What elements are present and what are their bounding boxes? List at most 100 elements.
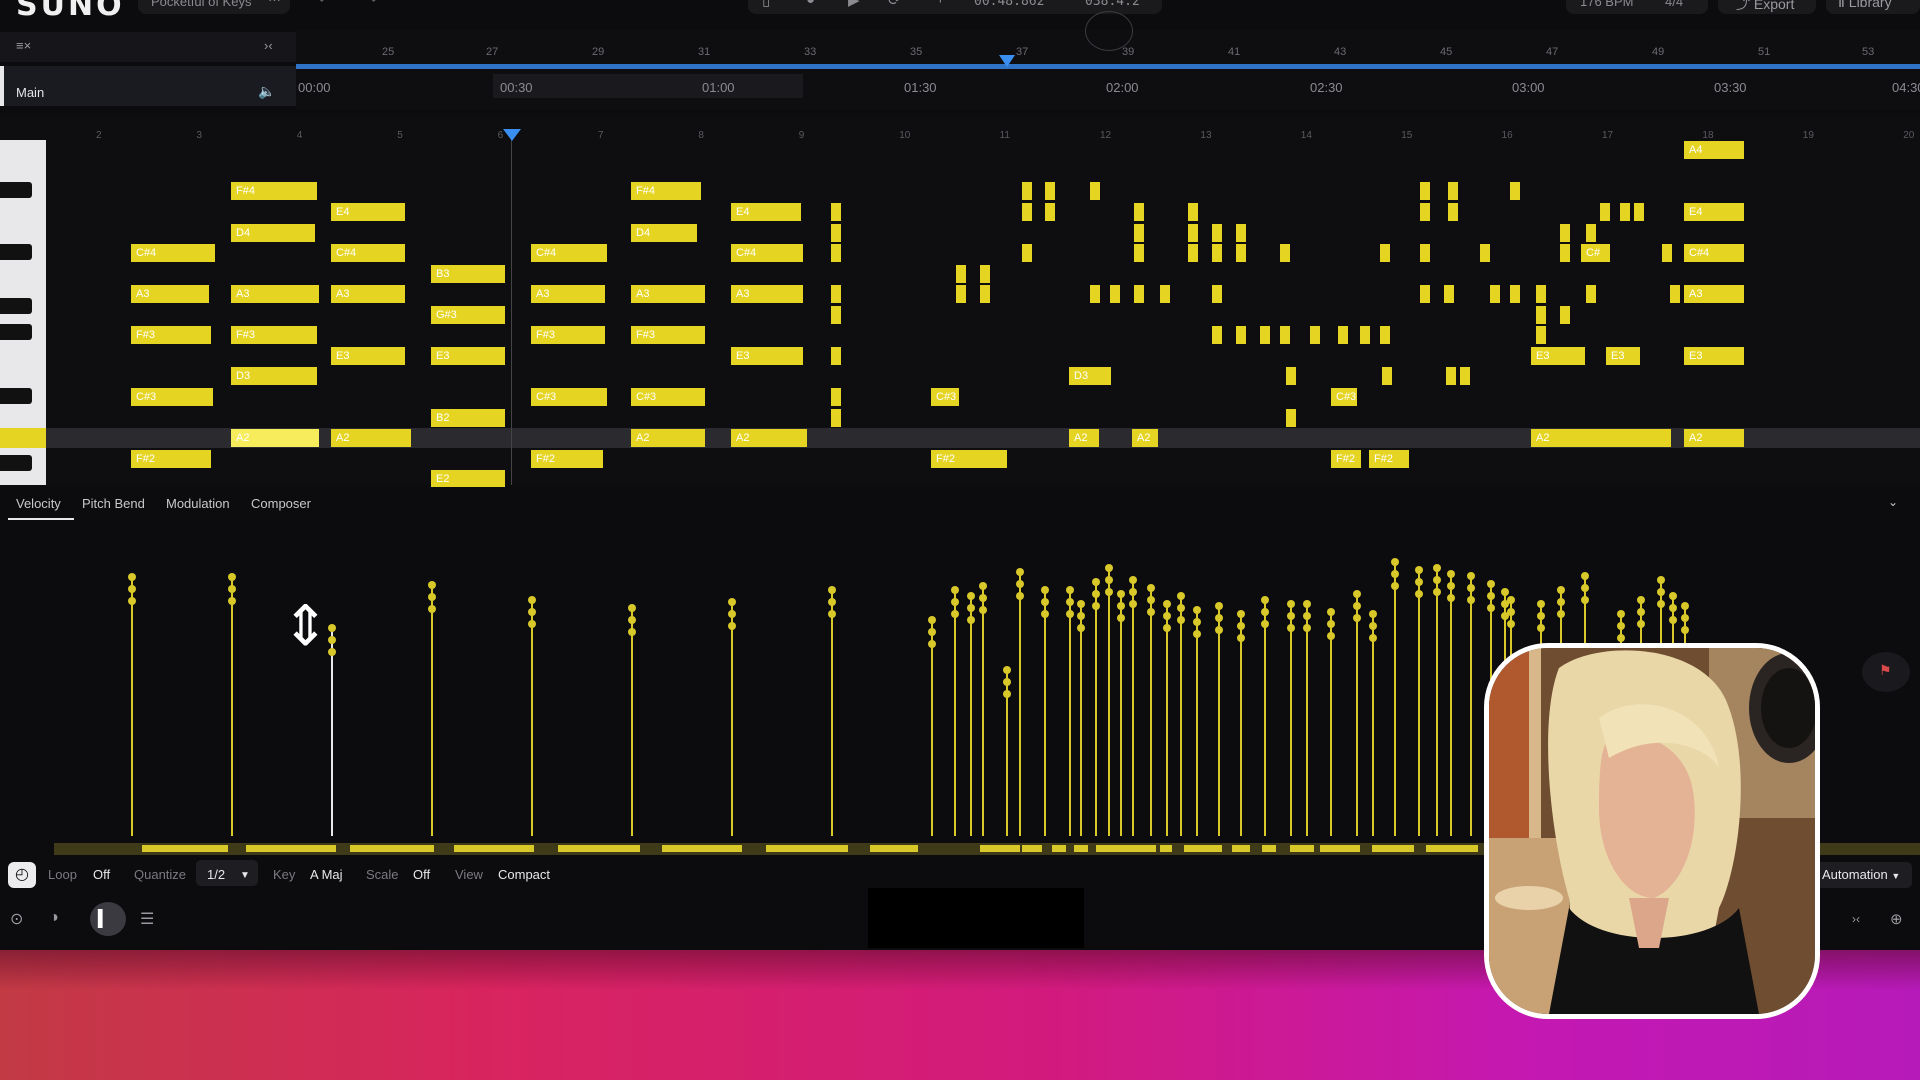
midi-note[interactable]: E2 <box>431 470 505 488</box>
velocity-handle[interactable] <box>1287 600 1295 608</box>
midi-note[interactable]: F#2 <box>131 450 211 468</box>
velocity-handle[interactable] <box>1237 634 1245 642</box>
midi-note[interactable] <box>1510 285 1520 303</box>
velocity-handle[interactable] <box>1066 586 1074 594</box>
velocity-stem[interactable] <box>1132 580 1134 836</box>
velocity-handle[interactable] <box>1557 610 1565 618</box>
velocity-stem[interactable] <box>631 608 633 836</box>
velocity-stem[interactable] <box>970 596 972 836</box>
velocity-stem[interactable] <box>1069 590 1071 836</box>
velocity-handle[interactable] <box>1447 582 1455 590</box>
midi-note[interactable]: B2 <box>431 409 505 427</box>
play-icon[interactable]: ▶ <box>848 0 860 9</box>
midi-note[interactable] <box>1360 326 1370 344</box>
midi-note[interactable] <box>1420 203 1430 221</box>
velocity-stem[interactable] <box>1108 568 1110 836</box>
velocity-handle[interactable] <box>967 604 975 612</box>
loop-region[interactable] <box>493 74 803 98</box>
midi-note[interactable] <box>1090 182 1100 200</box>
midi-note[interactable] <box>1510 182 1520 200</box>
chevron-down-icon[interactable]: ⌄ <box>1888 495 1898 509</box>
midi-note[interactable] <box>1134 203 1144 221</box>
velocity-handle[interactable] <box>128 585 136 593</box>
velocity-handle[interactable] <box>1637 608 1645 616</box>
velocity-handle[interactable] <box>1657 600 1665 608</box>
key-select[interactable]: A Maj <box>310 867 343 882</box>
velocity-handle[interactable] <box>1537 600 1545 608</box>
velocity-handle[interactable] <box>1016 592 1024 600</box>
velocity-handle[interactable] <box>1003 666 1011 674</box>
velocity-handle[interactable] <box>1487 604 1495 612</box>
midi-note[interactable] <box>1286 409 1296 427</box>
collapse-panel-icon[interactable]: ›‹ <box>264 38 273 53</box>
velocity-handle[interactable] <box>1177 592 1185 600</box>
velocity-handle[interactable] <box>1617 634 1625 642</box>
midi-note[interactable]: E4 <box>331 203 405 221</box>
velocity-handle[interactable] <box>1327 608 1335 616</box>
velocity-stem[interactable] <box>982 586 984 836</box>
midi-note[interactable] <box>1280 244 1290 262</box>
velocity-handle[interactable] <box>1557 598 1565 606</box>
add-icon[interactable]: + <box>936 0 945 8</box>
midi-note[interactable]: C#4 <box>131 244 215 262</box>
velocity-handle[interactable] <box>1537 612 1545 620</box>
velocity-handle[interactable] <box>1433 564 1441 572</box>
midi-note[interactable] <box>1600 203 1610 221</box>
midi-note[interactable] <box>1560 224 1570 242</box>
velocity-handle[interactable] <box>228 585 236 593</box>
midi-note[interactable] <box>1110 285 1120 303</box>
velocity-stem[interactable] <box>1436 568 1438 836</box>
velocity-stem[interactable] <box>1418 570 1420 836</box>
velocity-stem[interactable] <box>931 620 933 836</box>
midi-note[interactable] <box>1338 326 1348 344</box>
velocity-handle[interactable] <box>1287 612 1295 620</box>
collapse-icon[interactable]: ›‹ <box>1852 912 1860 926</box>
midi-note[interactable] <box>1536 285 1546 303</box>
midi-note[interactable] <box>1134 285 1144 303</box>
velocity-handle[interactable] <box>928 628 936 636</box>
velocity-handle[interactable] <box>828 610 836 618</box>
velocity-handle[interactable] <box>1447 570 1455 578</box>
midi-note[interactable]: E3 <box>731 347 803 365</box>
midi-note[interactable] <box>1380 244 1390 262</box>
velocity-handle[interactable] <box>1105 588 1113 596</box>
velocity-handle[interactable] <box>1507 596 1515 604</box>
midi-note[interactable]: C#4 <box>731 244 803 262</box>
velocity-handle[interactable] <box>128 573 136 581</box>
velocity-handle[interactable] <box>1637 620 1645 628</box>
midi-note[interactable]: E3 <box>431 347 505 365</box>
midi-note[interactable] <box>1022 244 1032 262</box>
broadcast-icon[interactable]: ⊙ <box>10 909 23 929</box>
midi-note[interactable] <box>1670 285 1680 303</box>
velocity-stem[interactable] <box>231 577 233 836</box>
midi-note[interactable]: A4 <box>1684 141 1744 159</box>
velocity-handle[interactable] <box>1467 584 1475 592</box>
midi-note[interactable]: C#4 <box>1684 244 1744 262</box>
velocity-handle[interactable] <box>728 610 736 618</box>
midi-note[interactable] <box>1460 367 1470 385</box>
midi-note[interactable]: C#3 <box>131 388 213 406</box>
velocity-handle[interactable] <box>1287 624 1295 632</box>
velocity-handle[interactable] <box>1617 622 1625 630</box>
velocity-handle[interactable] <box>1391 558 1399 566</box>
midi-note[interactable] <box>1134 224 1144 242</box>
midi-note[interactable] <box>1212 326 1222 344</box>
midi-note[interactable]: F#2 <box>1369 450 1409 468</box>
velocity-handle[interactable] <box>1369 610 1377 618</box>
midi-note[interactable]: A3 <box>131 285 209 303</box>
flag-icon[interactable]: ⚑ <box>1879 662 1892 679</box>
velocity-handle[interactable] <box>1016 568 1024 576</box>
velocity-handle[interactable] <box>1193 618 1201 626</box>
midi-note[interactable]: D3 <box>1069 367 1111 385</box>
velocity-stem[interactable] <box>1470 576 1472 836</box>
black-key[interactable] <box>0 182 32 198</box>
midi-note[interactable]: A2 <box>631 429 705 447</box>
midi-note[interactable]: E3 <box>1606 347 1640 365</box>
midi-note[interactable] <box>1212 244 1222 262</box>
velocity-stem[interactable] <box>1120 594 1122 836</box>
velocity-handle[interactable] <box>1617 610 1625 618</box>
velocity-handle[interactable] <box>1129 576 1137 584</box>
midi-note[interactable]: F#3 <box>631 326 705 344</box>
velocity-handle[interactable] <box>1129 600 1137 608</box>
velocity-handle[interactable] <box>1077 612 1085 620</box>
